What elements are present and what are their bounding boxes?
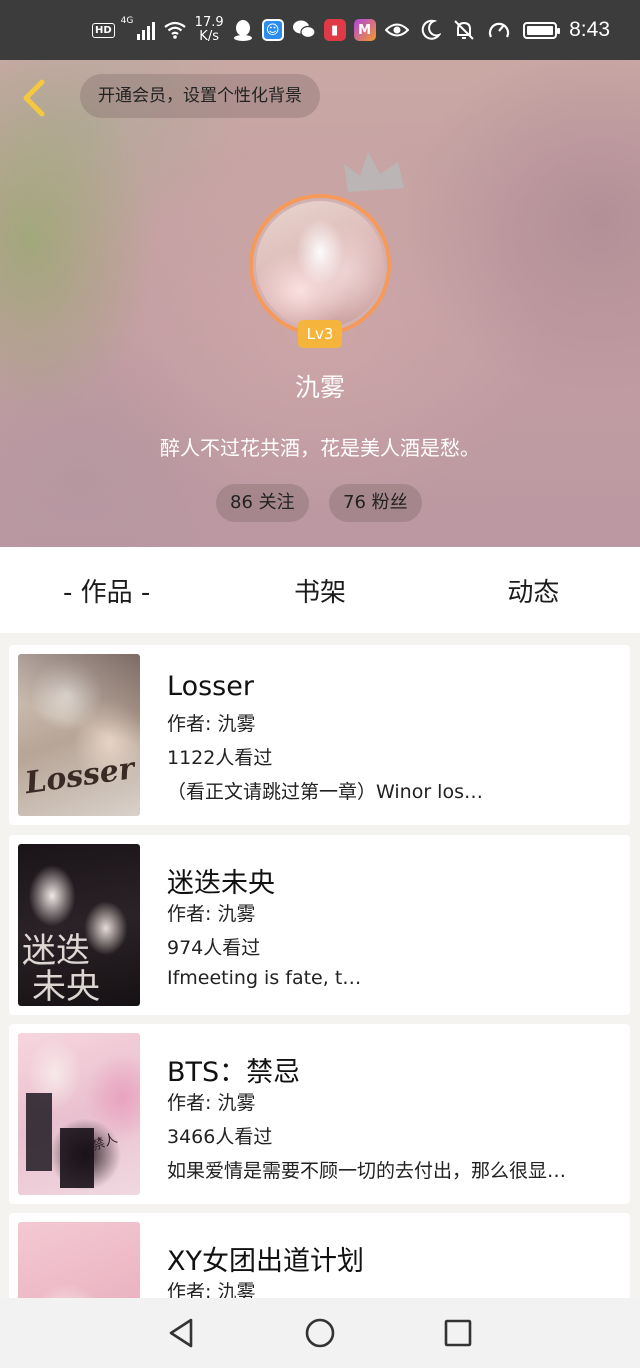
tab-bar: - 作品 - 书架 动态 — [0, 547, 640, 633]
back-arrow-icon[interactable] — [16, 76, 52, 120]
vip-background-button[interactable]: 开通会员，设置个性化背景 — [80, 74, 320, 118]
reader-icon: ▮ — [323, 19, 346, 41]
moon-icon — [421, 19, 442, 40]
book-description: （看正文请跳过第一章）Winor los… — [167, 781, 483, 803]
book-card[interactable]: Losser Losser 作者: 氿雾 1122人看过 （看正文请跳过第一章）… — [9, 645, 630, 825]
nav-home-button[interactable] — [297, 1310, 343, 1356]
book-views: 974人看过 — [167, 937, 261, 959]
svg-text:禁人: 禁人 — [90, 1131, 120, 1154]
clock: 8:43 — [569, 18, 610, 41]
qq-icon — [233, 20, 252, 41]
signal-icon: 4G — [121, 16, 155, 40]
book-author: 作者: 氿雾 — [167, 1092, 256, 1114]
book-author: 作者: 氿雾 — [167, 713, 256, 735]
bio: 醉人不过花共酒，花是美人酒是愁。 — [160, 436, 480, 460]
battery-icon — [523, 21, 561, 39]
fans-count-button[interactable]: 76 粉丝 — [329, 484, 422, 522]
nav-recents-button[interactable] — [435, 1310, 481, 1356]
svg-text:未央: 未央 — [32, 967, 100, 1006]
status-bar: HD 4G 17.9 K/s ☺ ▮ M 8:43 — [0, 0, 640, 60]
nfc-icon — [489, 22, 510, 38]
home-circle-icon — [305, 1318, 335, 1348]
svg-text:迷迭: 迷迭 — [22, 931, 90, 971]
svg-text:Losser: Losser — [22, 751, 139, 801]
system-nav-bar — [0, 1298, 640, 1368]
network-type: 4G — [120, 16, 134, 26]
book-card[interactable]: 迷迭 未央 迷迭未央 作者: 氿雾 974人看过 Ifmeeting is fa… — [9, 835, 630, 1015]
network-speed: 17.9 K/s — [194, 15, 224, 44]
hd-indicator: HD — [92, 22, 115, 38]
book-views: 3466人看过 — [167, 1126, 273, 1148]
book-cover: 迷迭 未央 — [18, 844, 140, 1006]
book-title: BTS：禁忌 — [167, 1057, 301, 1088]
book-author: 作者: 氿雾 — [167, 903, 256, 925]
assistant-icon: ☺ — [261, 19, 284, 41]
book-views: 1122人看过 — [167, 747, 273, 769]
book-title: XY女团出道计划 — [167, 1246, 364, 1277]
eye-icon — [385, 23, 410, 37]
wifi-icon — [163, 21, 186, 39]
profile-header: 开通会员，设置个性化背景 Lv3 氿雾 醉人不过花共酒，花是美人酒是愁。 86 … — [0, 60, 640, 547]
recents-square-icon — [444, 1319, 472, 1347]
avatar[interactable] — [249, 194, 391, 336]
nickname: 氿雾 — [294, 373, 345, 402]
follow-count-button[interactable]: 86 关注 — [216, 484, 309, 522]
m-app-icon: M — [353, 19, 376, 41]
book-description: Ifmeeting is fate, t… — [167, 967, 362, 989]
back-triangle-icon — [169, 1318, 193, 1348]
tab-bookshelf[interactable]: 书架 — [213, 572, 426, 609]
book-cover: Losser — [18, 654, 140, 816]
book-title: 迷迭未央 — [167, 868, 275, 899]
book-title: Losser — [167, 671, 254, 702]
wechat-icon — [292, 20, 316, 39]
tab-activity[interactable]: 动态 — [427, 572, 640, 609]
level-badge: Lv3 — [298, 320, 342, 348]
book-card[interactable]: 禁人 BTS：禁忌 作者: 氿雾 3466人看过 如果爱情是需要不顾一切的去付出… — [9, 1024, 630, 1204]
book-cover: 禁人 — [18, 1033, 140, 1195]
avatar-image — [256, 201, 384, 329]
book-description: 如果爱情是需要不顾一切的去付出，那么很显… — [167, 1160, 567, 1182]
tab-works[interactable]: - 作品 - — [0, 572, 213, 609]
nav-back-button[interactable] — [159, 1310, 205, 1356]
bell-off-icon — [454, 20, 474, 40]
